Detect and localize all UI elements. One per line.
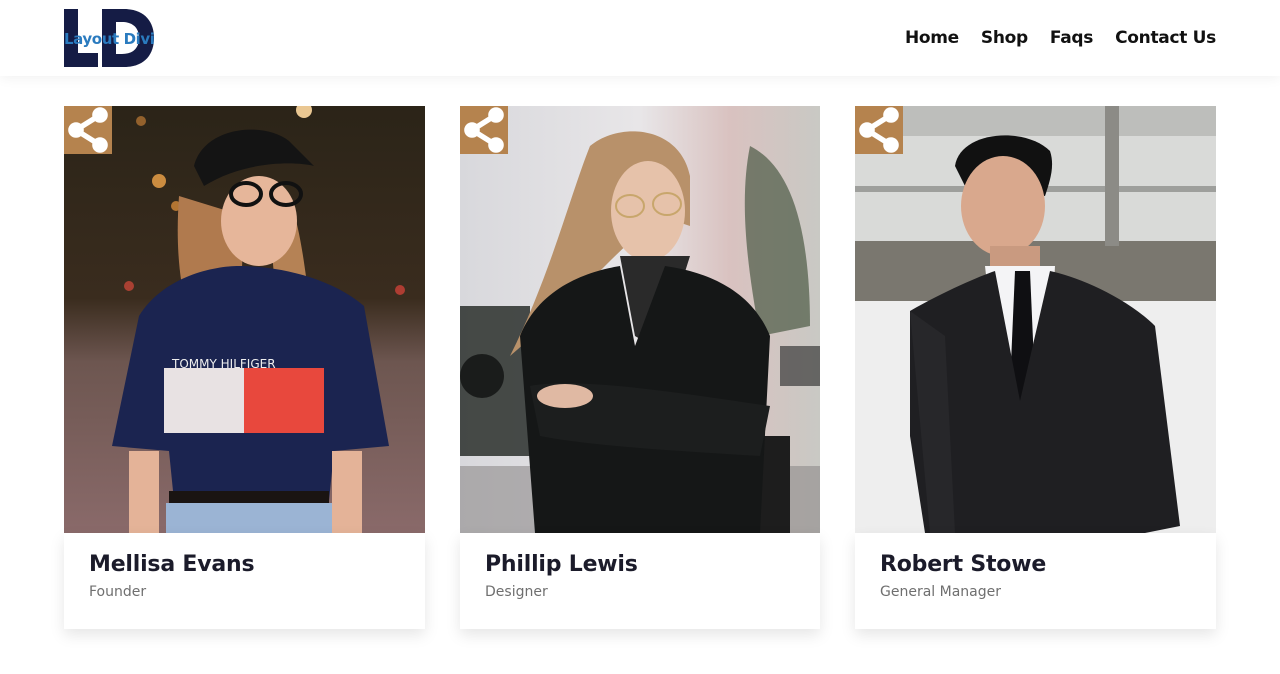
member-info: Phillip Lewis Designer (460, 533, 820, 629)
main-nav: Home Shop Faqs Contact Us (905, 25, 1216, 51)
share-icon (464, 107, 504, 153)
photo-man-suit (855, 106, 1216, 533)
member-name: Robert Stowe (880, 552, 1047, 577)
site-header: Layout Divi Home Shop Faqs Contact Us (0, 0, 1280, 76)
share-button[interactable] (855, 106, 903, 154)
member-photo (855, 106, 1216, 533)
nav-shop[interactable]: Shop (981, 25, 1028, 51)
team-card: Phillip Lewis Designer (460, 106, 820, 629)
member-info: Mellisa Evans Founder (64, 533, 425, 629)
member-photo: TOMMY HILFIGER (64, 106, 425, 533)
member-role: General Manager (880, 584, 1001, 600)
photo-woman-cap: TOMMY HILFIGER (64, 106, 425, 533)
share-icon (859, 107, 899, 153)
nav-home[interactable]: Home (905, 25, 959, 51)
member-role: Designer (485, 584, 548, 600)
share-icon (68, 107, 108, 153)
share-button[interactable] (460, 106, 508, 154)
logo-text: Layout Divi (64, 30, 155, 48)
member-photo (460, 106, 820, 533)
share-button[interactable] (64, 106, 112, 154)
nav-faqs[interactable]: Faqs (1050, 25, 1093, 51)
team-card: Robert Stowe General Manager (855, 106, 1216, 629)
team-card: TOMMY HILFIGER Mellisa Evans Founder (64, 106, 425, 629)
shirt-logo-text: TOMMY HILFIGER (171, 357, 276, 371)
member-info: Robert Stowe General Manager (855, 533, 1216, 629)
logo[interactable]: Layout Divi (64, 9, 156, 67)
member-name: Phillip Lewis (485, 552, 638, 577)
nav-contact-us[interactable]: Contact Us (1115, 25, 1216, 51)
member-name: Mellisa Evans (89, 552, 255, 577)
photo-woman-leather-jacket (460, 106, 820, 533)
member-role: Founder (89, 584, 147, 600)
